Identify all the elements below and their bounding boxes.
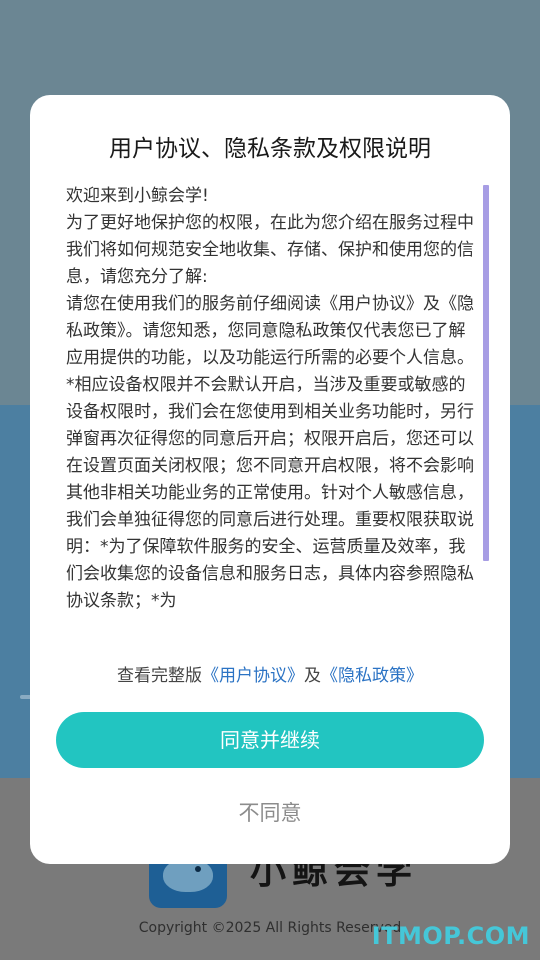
user-agreement-link[interactable]: 《用户协议》: [202, 666, 304, 686]
privacy-dialog: 用户协议、隐私条款及权限说明 欢迎来到小鲸会学! 为了更好地保护您的权限，在此为…: [30, 95, 510, 864]
links-joiner: 及: [304, 666, 321, 686]
dialog-title: 用户协议、隐私条款及权限说明: [109, 136, 431, 162]
agreement-content-scroll[interactable]: 欢迎来到小鲸会学! 为了更好地保护您的权限，在此为您介绍在服务过程中我们将如何规…: [66, 183, 478, 633]
whale-eye: [195, 866, 201, 872]
links-prefix: 查看完整版: [117, 666, 202, 686]
agreement-paragraph: 欢迎来到小鲸会学!: [66, 186, 209, 206]
agreement-paragraph: *相应设备权限并不会默认开启，当涉及重要或敏感的设备权限时，我们会在您使用到相关…: [66, 375, 474, 611]
agree-continue-button[interactable]: 同意并继续: [56, 712, 484, 768]
watermark: ITMOP.COM: [371, 922, 530, 950]
disagree-button[interactable]: 不同意: [30, 797, 510, 827]
agreement-paragraph: 为了更好地保护您的权限，在此为您介绍在服务过程中我们将如何规范安全地收集、存储、…: [66, 213, 474, 287]
privacy-policy-link[interactable]: 《隐私政策》: [321, 666, 423, 686]
full-version-links: 查看完整版《用户协议》及《隐私政策》: [30, 661, 510, 686]
agreement-paragraph: 请您在使用我们的服务前仔细阅读《用户协议》及《隐私政策》。请您知悉，您同意隐私政…: [66, 294, 474, 368]
content-scrollbar[interactable]: [483, 185, 489, 561]
